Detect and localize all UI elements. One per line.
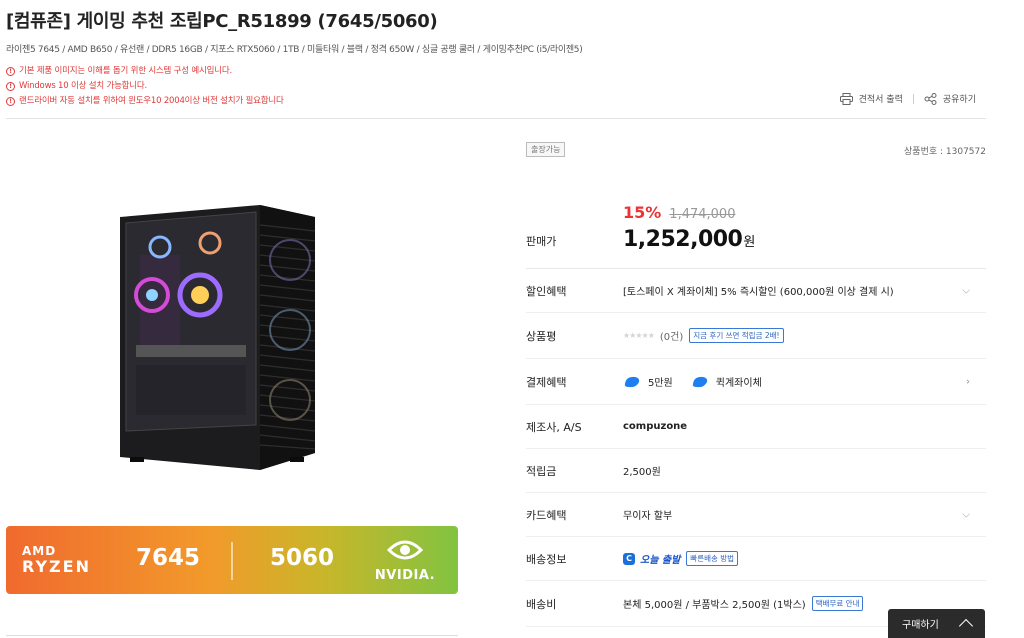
review-count[interactable]: (0건) bbox=[660, 328, 683, 343]
row-shipping: 배송정보 C 오늘 출발 빠른배송 방법 bbox=[526, 537, 986, 581]
fast-delivery-link[interactable]: 빠른배송 방법 bbox=[686, 551, 739, 566]
tool-bar: 견적서 출력 공유하기 bbox=[839, 92, 976, 105]
printer-icon bbox=[839, 92, 853, 105]
nvidia-logo: NVIDIA. bbox=[368, 536, 442, 583]
discount-benefit-link[interactable]: [토스페이 X 계좌이체] 5% 즉시할인 (600,000원 이상 결제 시) bbox=[623, 283, 894, 298]
info-icon: ! bbox=[6, 97, 15, 106]
toss-pay-icon bbox=[624, 376, 640, 387]
points-value: 2,500원 bbox=[623, 467, 661, 478]
row-points: 적립금 2,500원 bbox=[526, 449, 986, 493]
stock-badge: 출장가능 bbox=[526, 142, 566, 157]
product-number: 상품번호 : 1307572 bbox=[904, 147, 986, 157]
tool-divider bbox=[912, 93, 914, 104]
row-payment[interactable]: 결제혜택 5만원 퀵계좌이체 › bbox=[526, 359, 986, 405]
amd-ryzen-logo: AMD RYZEN bbox=[22, 544, 91, 576]
rating-stars: ★★★★★ bbox=[623, 331, 655, 340]
sale-price: 1,252,000원 bbox=[623, 227, 755, 252]
product-image[interactable] bbox=[100, 195, 360, 485]
chevron-up-icon bbox=[958, 618, 974, 634]
row-review: 상품평 ★★★★★ (0건) 지금 후기 쓰면 적립금 2배! bbox=[526, 313, 986, 359]
delivery-icon: C bbox=[623, 552, 635, 565]
row-discount[interactable]: 할인혜택 [토스페이 X 계좌이체] 5% 즉시할인 (600,000원 이상 … bbox=[526, 269, 986, 313]
discount-info: 15% 1,474,000 bbox=[623, 203, 735, 222]
share-icon bbox=[924, 92, 937, 105]
free-shipping-link[interactable]: 택배무료 안내 bbox=[811, 596, 864, 611]
banner-divider bbox=[231, 542, 233, 580]
header-divider bbox=[6, 118, 986, 119]
image-bottom-divider bbox=[6, 635, 458, 636]
discount-percent: 15% bbox=[623, 203, 662, 222]
product-title: [컴퓨존] 게이밍 추천 조립PC_R51899 (7645/5060) bbox=[6, 11, 438, 32]
info-icon: ! bbox=[6, 67, 15, 76]
chevron-right-icon[interactable]: › bbox=[966, 376, 970, 387]
nvidia-eye-icon bbox=[386, 540, 424, 560]
notice-item: ! Windows 10 이상 설치 가능합니다. bbox=[6, 79, 284, 94]
print-estimate-button[interactable]: 견적서 출력 bbox=[839, 92, 903, 105]
card-benefit-value: 무이자 할부 bbox=[623, 511, 673, 522]
share-button[interactable]: 공유하기 bbox=[924, 92, 976, 105]
review-promo-badge[interactable]: 지금 후기 쓰면 적립금 2배! bbox=[689, 328, 784, 343]
price-label: 판매가 bbox=[526, 235, 557, 248]
row-maker: 제조사, A/S compuzone bbox=[526, 405, 986, 449]
cpu-model: 7645 bbox=[136, 545, 201, 571]
shipping-fee-value: 본체 5,000원 / 부품박스 2,500원 (1박스) bbox=[623, 600, 806, 611]
info-rows: 할인혜택 [토스페이 X 계좌이체] 5% 즉시할인 (600,000원 이상 … bbox=[526, 269, 986, 627]
chevron-down-icon[interactable]: ⌵ bbox=[962, 285, 970, 296]
product-specs: 라이젠5 7645 / AMD B650 / 유선랜 / DDR5 16GB /… bbox=[6, 45, 583, 55]
original-price: 1,474,000 bbox=[669, 207, 736, 222]
quick-transfer-icon bbox=[692, 376, 707, 387]
spec-banner: AMD RYZEN 7645 5060 NVIDIA. bbox=[6, 526, 458, 594]
buy-button[interactable]: 구매하기 bbox=[888, 609, 985, 638]
chevron-down-icon[interactable]: ⌵ bbox=[962, 509, 970, 520]
row-card[interactable]: 카드혜택 무이자 할부 ⌵ bbox=[526, 493, 986, 537]
gpu-model: 5060 bbox=[270, 545, 335, 571]
notice-item: ! 기본 제품 이미지는 이해를 돕기 위한 시스템 구성 예시입니다. bbox=[6, 64, 284, 79]
today-shipping-badge: C 오늘 출발 bbox=[623, 551, 680, 566]
maker-value: compuzone bbox=[623, 421, 688, 432]
info-icon: ! bbox=[6, 82, 15, 91]
notice-list: ! 기본 제품 이미지는 이해를 돕기 위한 시스템 구성 예시입니다. ! Win… bbox=[6, 64, 284, 109]
notice-item: ! 랜드라이버 자동 설치를 위하여 윈도우10 2004이상 버전 설치가 필요… bbox=[6, 94, 284, 109]
